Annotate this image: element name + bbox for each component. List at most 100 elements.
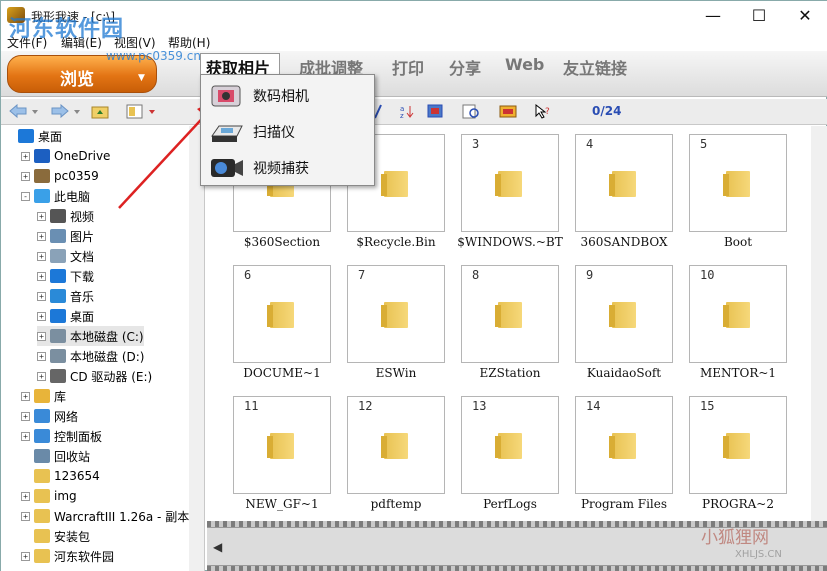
folder-name[interactable]: DOCUME~1	[222, 366, 342, 380]
tree-item[interactable]: + 网络	[21, 406, 78, 426]
folder-thumbnail[interactable]: 14	[575, 396, 673, 494]
folder-thumbnail[interactable]: 8	[461, 265, 559, 363]
tree-item-label: 控制面板	[54, 429, 103, 444]
menu-item-scanner[interactable]: 扫描仪	[201, 114, 374, 150]
tab-web[interactable]: Web	[505, 55, 544, 74]
tree-item[interactable]: 123654	[21, 466, 100, 486]
folder-name[interactable]: KuaidaoSoft	[564, 366, 684, 380]
tree-item-label: OneDrive	[54, 149, 111, 163]
tree-item[interactable]: + 图片	[37, 226, 94, 246]
expand-toggle[interactable]: +	[21, 551, 30, 561]
expand-toggle[interactable]: +	[21, 171, 30, 181]
tree-item[interactable]: + 音乐	[37, 286, 94, 306]
up-folder-icon[interactable]	[91, 104, 109, 119]
tree-item[interactable]: + 下载	[37, 266, 94, 286]
folder-name[interactable]: PerfLogs	[450, 497, 570, 511]
tree-item[interactable]: 回收站	[21, 446, 90, 466]
tree-item[interactable]: + 库	[21, 386, 66, 406]
folder-thumbnail[interactable]: 13	[461, 396, 559, 494]
tree-item[interactable]: + pc0359	[21, 166, 99, 186]
expand-toggle[interactable]: +	[37, 331, 46, 341]
folder-name[interactable]: PROGRA~2	[678, 497, 798, 511]
folder-icon	[34, 529, 50, 543]
folder-icon	[267, 302, 294, 328]
tree-item[interactable]: + 视频	[37, 206, 94, 226]
tree-item-label: 河东软件园	[54, 549, 115, 564]
folder-name[interactable]: EZStation	[450, 366, 570, 380]
select-icon[interactable]	[427, 104, 445, 119]
expand-toggle[interactable]: +	[37, 231, 46, 241]
folder-thumbnail[interactable]: 6	[233, 265, 331, 363]
menu-item-digital-camera[interactable]: 数码相机	[201, 78, 374, 114]
view-mode-icon[interactable]	[126, 104, 144, 119]
tree-item[interactable]: + img	[21, 486, 77, 506]
expand-toggle[interactable]: +	[37, 371, 46, 381]
back-dropdown-icon[interactable]	[31, 104, 39, 119]
expand-toggle[interactable]: +	[37, 251, 46, 261]
forward-arrow-icon[interactable]	[51, 104, 69, 119]
forward-dropdown-icon[interactable]	[73, 104, 81, 119]
expand-toggle[interactable]: +	[21, 491, 30, 501]
tree-item[interactable]: + 本地磁盘 (D:)	[37, 346, 144, 366]
folder-name[interactable]: NEW_GF~1	[222, 497, 342, 511]
tree-scrollbar[interactable]	[189, 126, 204, 571]
scroll-left-icon[interactable]: ◀	[213, 540, 222, 554]
expand-toggle[interactable]: +	[37, 311, 46, 321]
help-cursor-icon[interactable]: ?	[534, 104, 552, 119]
collapse-toggle[interactable]: -	[21, 191, 30, 201]
folder-name[interactable]: $360Section	[222, 235, 342, 249]
maximize-button[interactable]: ☐	[736, 1, 782, 31]
slash-icon[interactable]	[374, 104, 382, 119]
expand-toggle[interactable]: +	[37, 291, 46, 301]
sort-az-icon[interactable]: az	[399, 104, 417, 119]
tree-item[interactable]: + 文档	[37, 246, 94, 266]
expand-toggle[interactable]: +	[37, 351, 46, 361]
tab-ulead-link[interactable]: 友立链接	[563, 55, 627, 79]
folder-name[interactable]: ESWin	[336, 366, 456, 380]
folder-thumbnail[interactable]: 4	[575, 134, 673, 232]
minimize-button[interactable]: —	[690, 1, 736, 31]
back-arrow-icon[interactable]	[9, 104, 27, 119]
tree-item[interactable]: 桌面	[5, 126, 62, 146]
content-scrollbar[interactable]	[811, 126, 827, 521]
expand-toggle[interactable]: +	[21, 511, 30, 521]
tree-item[interactable]: - 此电脑	[21, 186, 90, 206]
folder-name[interactable]: $Recycle.Bin	[336, 235, 456, 249]
folder-thumbnail[interactable]: 7	[347, 265, 445, 363]
menu-item-video-capture[interactable]: 视频捕获	[201, 150, 374, 186]
expand-toggle[interactable]: +	[21, 411, 30, 421]
folder-thumbnail[interactable]: 10	[689, 265, 787, 363]
folder-name[interactable]: 360SANDBOX	[564, 235, 684, 249]
tree-item[interactable]: + 桌面	[37, 306, 94, 326]
folder-name[interactable]: pdftemp	[336, 497, 456, 511]
folder-name[interactable]: MENTOR~1	[678, 366, 798, 380]
folder-thumbnail[interactable]: 9	[575, 265, 673, 363]
folder-thumbnail[interactable]: 15	[689, 396, 787, 494]
tab-share[interactable]: 分享	[449, 55, 481, 79]
slideshow-icon[interactable]	[499, 104, 517, 119]
expand-toggle[interactable]: +	[37, 271, 46, 281]
tree-item[interactable]: + 控制面板	[21, 426, 102, 446]
expand-toggle[interactable]: +	[21, 431, 30, 441]
folder-thumbnail[interactable]: 3	[461, 134, 559, 232]
tree-item-label: 库	[54, 389, 67, 404]
folder-thumbnail[interactable]: 11	[233, 396, 331, 494]
tree-item[interactable]: 安装包	[21, 526, 90, 546]
tree-item[interactable]: + 本地磁盘 (C:)	[37, 326, 144, 346]
view-mode-dropdown-icon[interactable]	[148, 104, 156, 119]
tree-item[interactable]: + OneDrive	[21, 146, 110, 166]
expand-toggle[interactable]: +	[21, 151, 30, 161]
folder-thumbnail[interactable]: 12	[347, 396, 445, 494]
preview-icon[interactable]	[462, 104, 480, 119]
folder-name[interactable]: Boot	[678, 235, 798, 249]
tree-item[interactable]: + WarcraftIII 1.26a - 副本	[21, 506, 189, 526]
tree-item[interactable]: + CD 驱动器 (E:)	[37, 366, 152, 386]
tree-item[interactable]: + 河东软件园	[21, 546, 114, 566]
folder-thumbnail[interactable]: 5	[689, 134, 787, 232]
folder-name[interactable]: $WINDOWS.~BT	[450, 235, 570, 249]
expand-toggle[interactable]: +	[21, 391, 30, 401]
close-button[interactable]: ✕	[782, 1, 827, 31]
tab-print[interactable]: 打印	[392, 55, 424, 79]
expand-toggle[interactable]: +	[37, 211, 46, 221]
folder-name[interactable]: Program Files	[564, 497, 684, 511]
